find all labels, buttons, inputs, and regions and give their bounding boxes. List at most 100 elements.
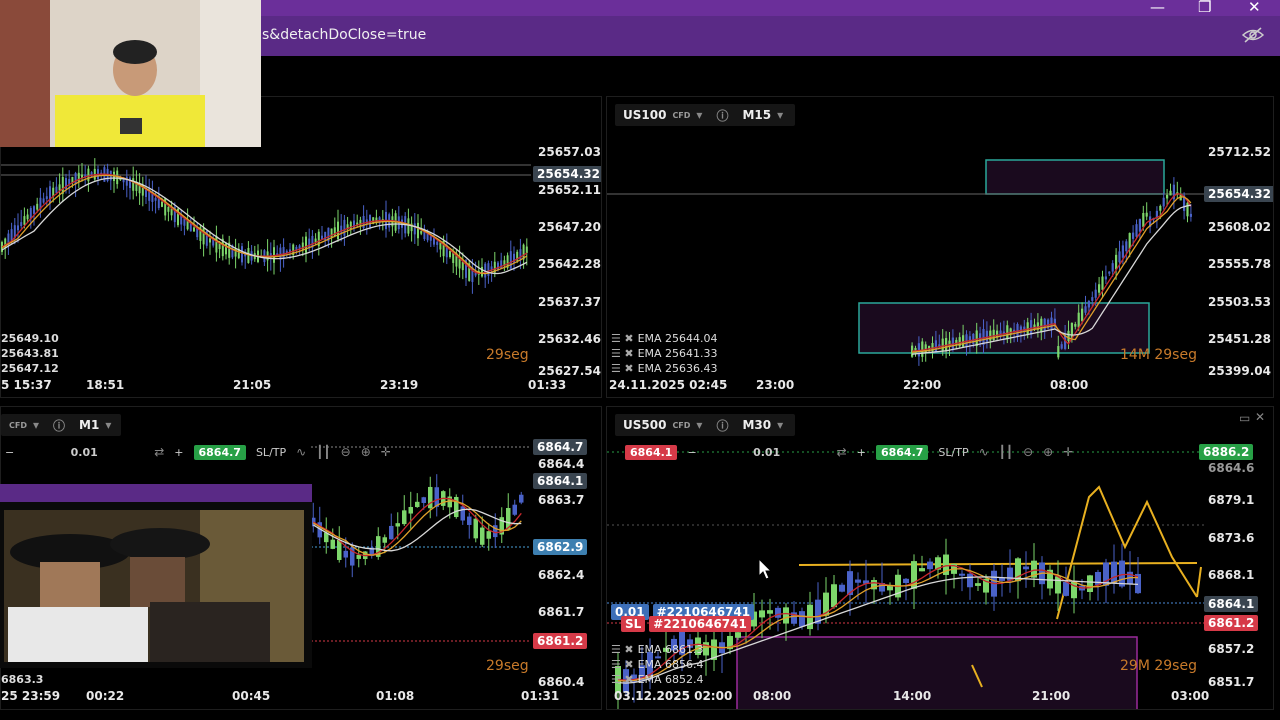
buy-button[interactable]: 6864.7 [193,444,246,460]
symbol-selector[interactable]: US500 CFD ▾ ⓘ M30 ▾ [615,414,795,436]
candle [87,168,90,182]
candle [831,584,837,608]
candle [1169,190,1172,196]
symbol-name[interactable]: US100 [623,108,666,122]
candle [55,186,58,193]
candle [481,266,483,277]
candle [407,218,410,234]
candle [343,550,348,558]
candles-icon[interactable]: ┃┃ [316,445,330,459]
candle [941,338,944,352]
swap-icon[interactable]: ⇄ [837,445,847,459]
video-overlay[interactable] [0,484,312,668]
candles-icon[interactable]: ┃┃ [999,445,1013,459]
price-label: 6861.7 [538,605,585,619]
candle [951,337,954,349]
sl-label[interactable]: SL [621,616,646,632]
price-label: 25712.52 [1208,145,1272,159]
price-label: 6857.2 [1208,642,1255,656]
sl-line-label[interactable]: SL #2210646741 [621,616,751,632]
candle [767,610,773,614]
candle [1091,297,1094,301]
lot-input[interactable]: 0.01 [24,446,144,459]
increase-lot-button[interactable]: + [174,446,183,459]
candle [467,516,472,525]
candle [1111,561,1117,583]
price-label: 25399.04 [1208,364,1272,378]
sl-order-id[interactable]: #2210646741 [649,616,751,632]
time-label: 25 23:59 [1,689,61,703]
candle [45,196,48,200]
sl-price-tag: 6861.2 [1204,615,1259,631]
symbol-selector[interactable]: CFD ▾ ⓘ M1 ▾ [1,414,121,436]
zoom-in-icon[interactable]: ⊕ [361,445,371,459]
minimize-button[interactable]: — [1150,0,1165,16]
candle [461,261,464,271]
candle [1067,330,1070,341]
chevron-down-icon[interactable]: ▾ [777,418,783,432]
candle [487,263,490,276]
symbol-name[interactable]: US500 [623,418,666,432]
candle [486,531,491,539]
video-frame [4,510,304,662]
eye-off-icon[interactable] [1242,26,1264,44]
crosshair-icon[interactable]: ✛ [1063,445,1073,459]
close-button[interactable]: ✕ [1248,0,1261,16]
decrease-lot-button[interactable]: − [5,446,14,459]
candle [36,203,39,210]
candle [382,537,387,543]
price-label: 6868.1 [1208,568,1255,582]
chevron-down-icon[interactable]: ▾ [696,108,702,122]
candle [353,220,355,229]
candle [1101,276,1104,290]
zoom-in-icon[interactable]: ⊕ [1043,445,1053,459]
candle [389,525,394,540]
candle-countdown: 29M 29seg [1120,658,1197,674]
line-chart-icon[interactable]: ∿ [979,445,989,459]
sltp-button[interactable]: SL/TP [256,446,286,459]
chart-panel-top-right[interactable]: US100 CFD ▾ ⓘ M15 ▾ 25712.52 25654.32 25… [606,96,1274,398]
info-icon[interactable]: ⓘ [716,417,728,434]
info-icon[interactable]: ⓘ [716,107,728,124]
zoom-out-icon[interactable]: ⊖ [1023,445,1033,459]
close-panel-icon[interactable]: ✕ [1255,410,1265,424]
chart-panel-bottom-right[interactable]: US500 CFD ▾ ⓘ M30 ▾ ▭ ✕ 6864.1 − 0.01 ⇄ … [606,406,1274,710]
zoom-out-icon[interactable]: ⊖ [341,445,351,459]
candle [402,510,407,525]
price-label: 6863.7 [538,493,585,507]
candle [519,494,524,503]
current-price-tag: 25654.32 [1204,186,1273,202]
info-icon[interactable]: ⓘ [53,417,65,434]
maximize-button[interactable]: ❐ [1198,0,1211,16]
buy-button[interactable]: 6864.7 [875,444,929,460]
symbol-selector[interactable]: US100 CFD ▾ ⓘ M15 ▾ [615,104,795,126]
lot-input[interactable]: 0.01 [707,446,827,459]
crosshair-icon[interactable]: ✛ [381,445,391,459]
line-chart-icon[interactable]: ∿ [296,445,306,459]
maximize-panel-icon[interactable]: ▭ [1239,411,1250,425]
candle [1026,322,1029,334]
swap-icon[interactable]: ⇄ [154,445,164,459]
sltp-button[interactable]: SL/TP [938,446,968,459]
candle [1055,576,1061,594]
chevron-down-icon[interactable]: ▾ [105,418,111,432]
indicator-value: 25643.81 [1,347,59,360]
timeframe-selector[interactable]: M30 [742,418,771,432]
chevron-down-icon[interactable]: ▾ [696,418,702,432]
candle [1023,566,1029,570]
timeframe-selector[interactable]: M1 [79,418,99,432]
alert-price-tag: 6886.2 [1199,444,1254,460]
candle [330,539,335,549]
increase-lot-button[interactable]: + [857,446,866,459]
candle [1138,218,1141,232]
chevron-down-icon[interactable]: ▾ [777,108,783,122]
candle [1118,251,1121,263]
decrease-lot-button[interactable]: − [687,446,696,459]
candle [1006,325,1009,340]
candle [985,330,988,342]
timeframe-selector[interactable]: M15 [742,108,771,122]
chevron-down-icon[interactable]: ▾ [33,418,39,432]
sell-button[interactable]: 6864.1 [625,444,678,460]
candle [42,198,45,203]
url-text[interactable]: s&detachDoClose=true [262,27,426,43]
